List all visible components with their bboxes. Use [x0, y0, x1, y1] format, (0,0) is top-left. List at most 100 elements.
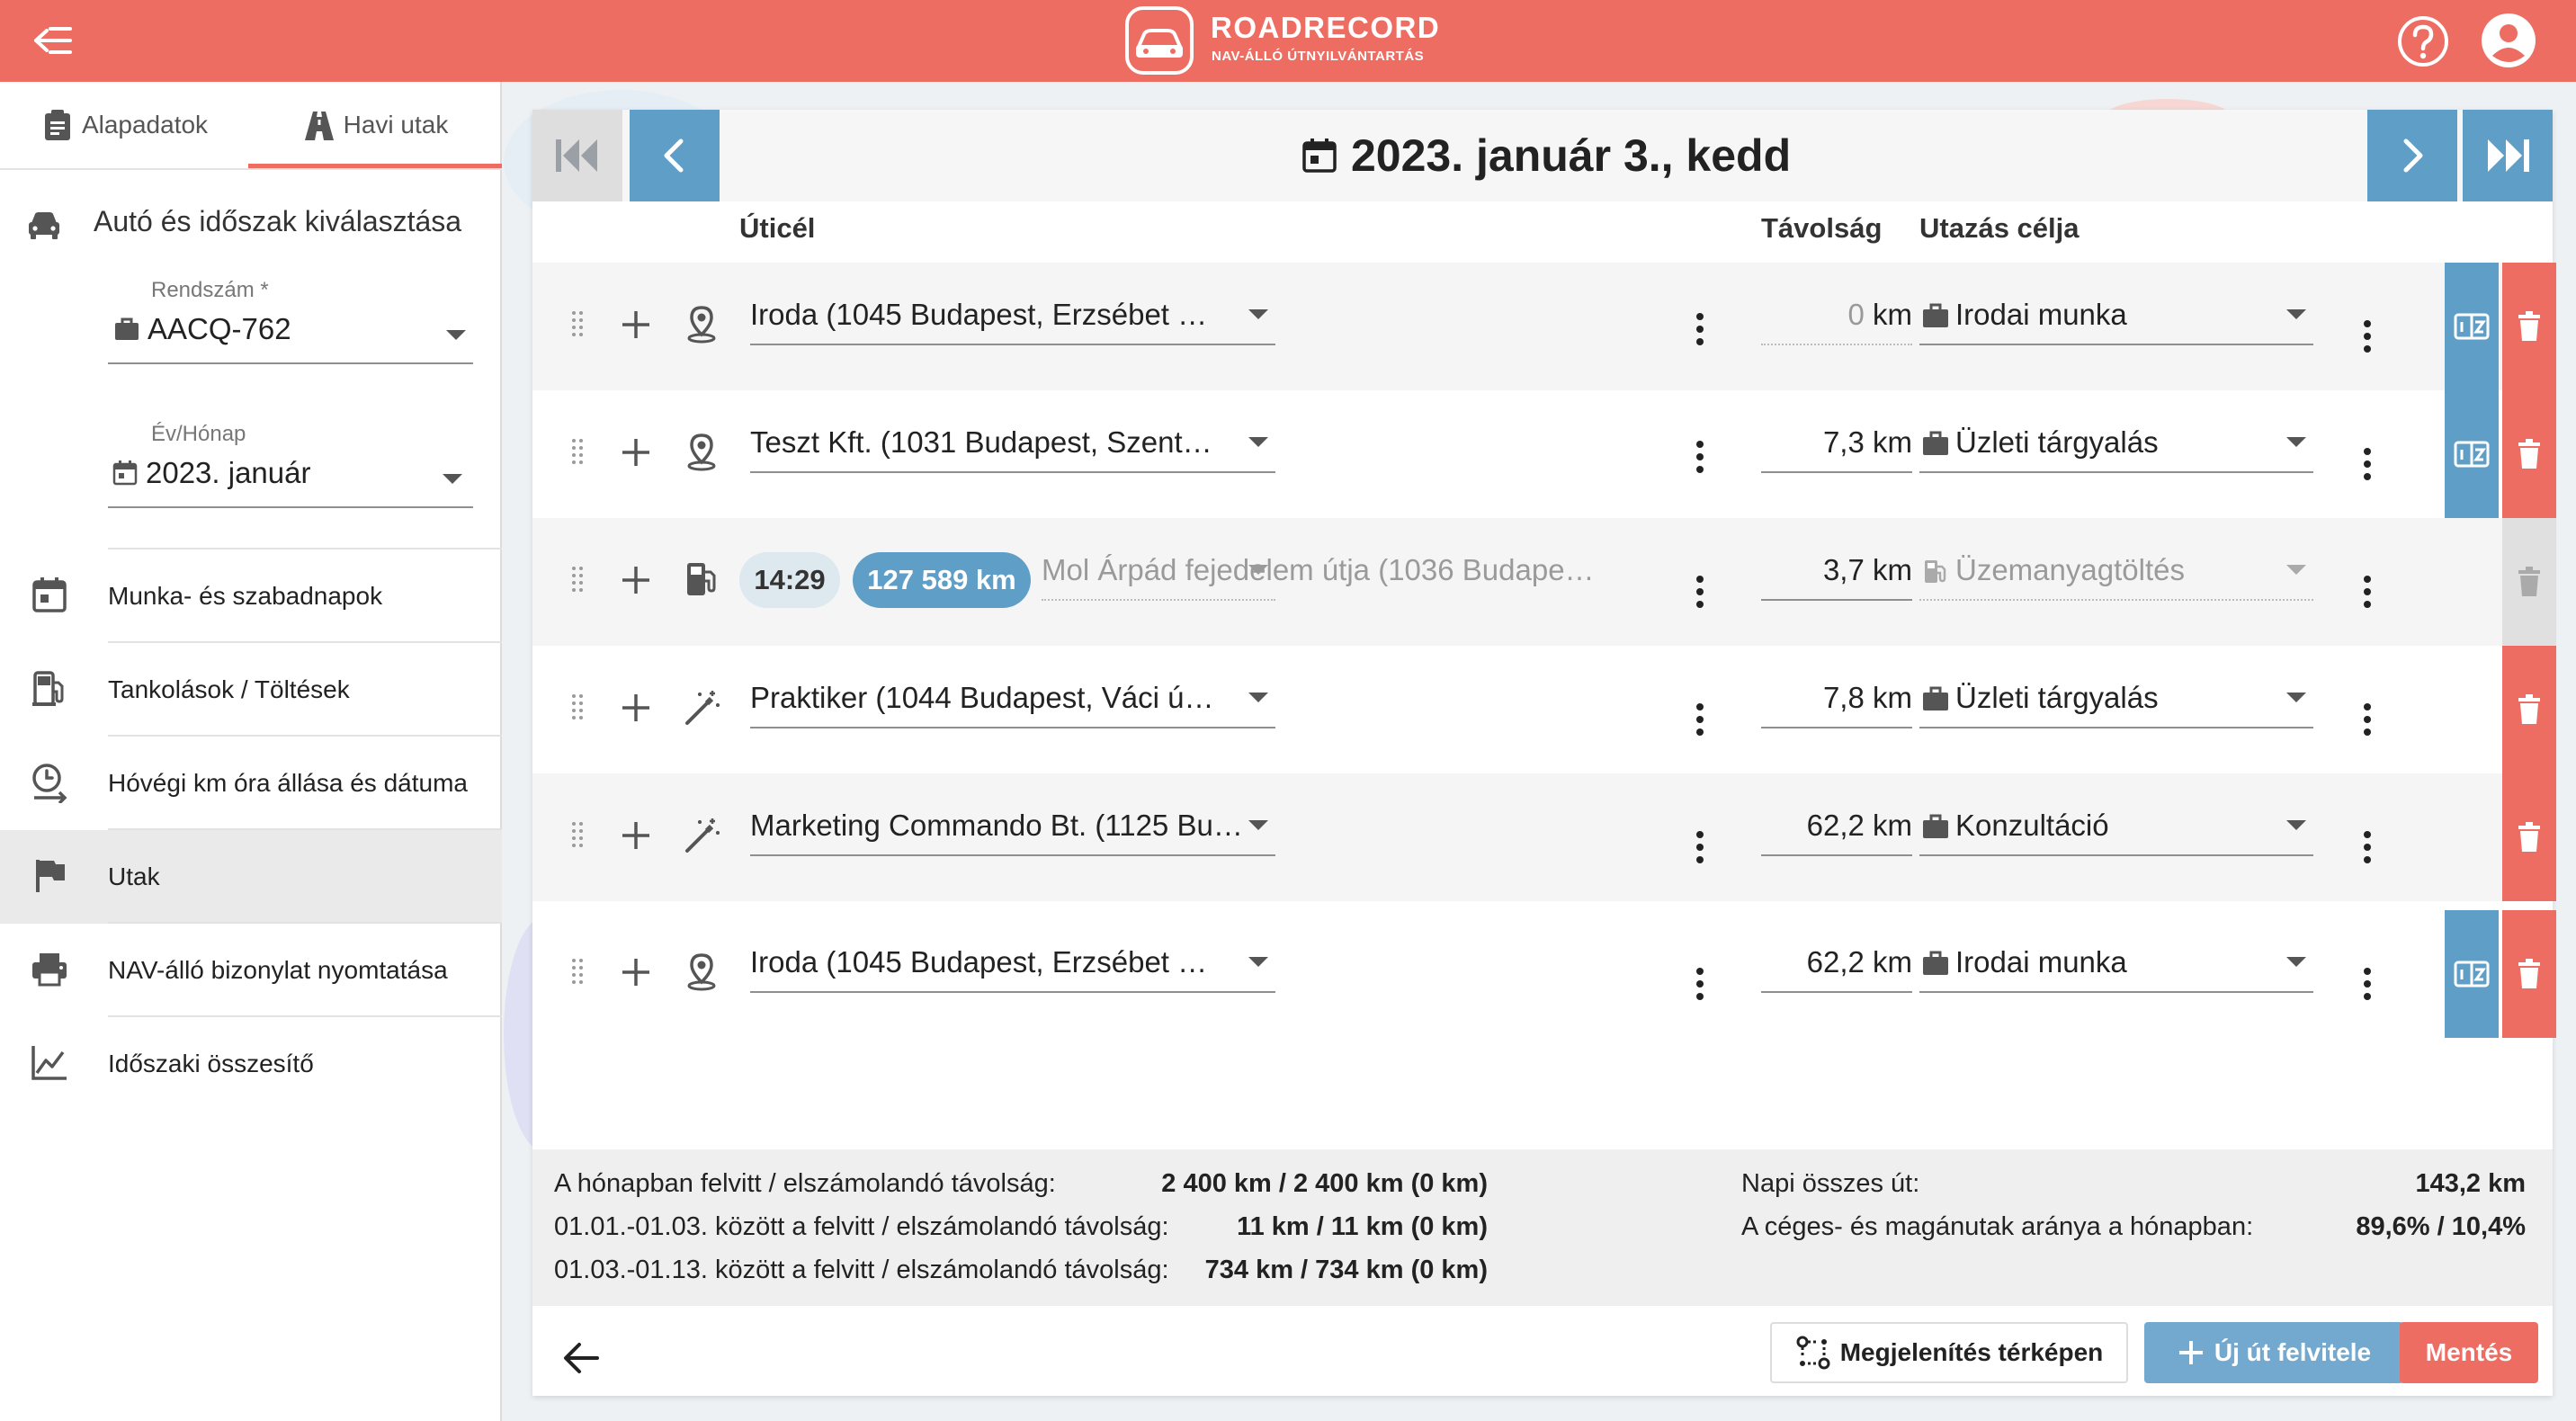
more-options-icon[interactable]: [1695, 439, 1705, 475]
location-pin-icon: [687, 433, 716, 471]
menu-collapse-icon[interactable]: [32, 20, 76, 61]
distance-input[interactable]: 7,8 km: [1761, 673, 1912, 728]
toggle-private-button[interactable]: [2445, 910, 2499, 1038]
add-stop-icon[interactable]: [619, 691, 653, 725]
plate-value: AACQ-762: [148, 312, 291, 345]
skip-last-icon: [2488, 139, 2529, 172]
delete-trip-button[interactable]: [2502, 910, 2556, 1038]
delete-trip-button[interactable]: [2502, 263, 2556, 390]
summary-label: 01.01.-01.03. között a felvitt / elszámo…: [554, 1212, 1169, 1241]
destination-select[interactable]: Iroda (1045 Budapest, Erzsébet utca 7-9): [750, 290, 1275, 345]
purpose-select[interactable]: Üzemanyagtöltés: [1919, 545, 2313, 601]
distance-input[interactable]: 62,2 km: [1761, 800, 1912, 856]
nav-item-print[interactable]: NAV-álló bizonylat nyomtatása: [0, 924, 502, 1017]
drag-handle-icon[interactable]: [568, 435, 586, 468]
nav-item-fuelings[interactable]: Tankolások / Töltések: [0, 643, 502, 737]
more-options-icon[interactable]: [1695, 702, 1705, 737]
briefcase-icon: [1923, 951, 1948, 975]
drag-handle-icon[interactable]: [568, 955, 586, 988]
next-day-button[interactable]: [2367, 110, 2457, 201]
distance-input[interactable]: 62,2 km: [1761, 937, 1912, 993]
more-options-icon[interactable]: [2362, 574, 2373, 610]
more-options-icon[interactable]: [1695, 829, 1705, 865]
drag-handle-icon[interactable]: [568, 691, 586, 723]
first-day-button[interactable]: [532, 110, 622, 201]
summary-label: A céges- és magánutak aránya a hónapban:: [1741, 1212, 2254, 1241]
add-stop-icon[interactable]: [619, 955, 653, 989]
add-stop-icon[interactable]: [619, 308, 653, 342]
drag-handle-icon[interactable]: [568, 563, 586, 595]
chevron-down-icon: [2286, 309, 2306, 319]
destination-select[interactable]: Iroda (1045 Budapest, Erzsébet utca 7-9): [750, 937, 1275, 993]
help-icon[interactable]: [2396, 14, 2450, 68]
last-day-button[interactable]: [2463, 110, 2553, 201]
plus-icon: [2178, 1341, 2203, 1364]
purpose-select[interactable]: Üzleti tárgyalás: [1919, 673, 2313, 728]
tab-alapadatok[interactable]: Alapadatok: [0, 82, 248, 168]
purpose-select[interactable]: Irodai munka: [1919, 290, 2313, 345]
chevron-down-icon: [1248, 957, 1268, 967]
distance-input[interactable]: 0 km: [1761, 290, 1912, 345]
month-select[interactable]: 2023. január: [108, 451, 473, 508]
plate-select[interactable]: AACQ-762: [108, 307, 473, 364]
day-title: 2023. január 3., kedd: [1301, 110, 1791, 201]
add-trip-button[interactable]: Új út felvitele: [2144, 1322, 2403, 1383]
save-button[interactable]: Mentés: [2400, 1322, 2538, 1383]
more-options-icon[interactable]: [1695, 574, 1705, 610]
field-underline: [1761, 344, 1912, 345]
chevron-down-icon: [1248, 309, 1268, 319]
more-options-icon[interactable]: [2362, 318, 2373, 354]
more-options-icon[interactable]: [2362, 966, 2373, 1002]
add-stop-icon[interactable]: [619, 563, 653, 597]
account-icon[interactable]: [2481, 13, 2536, 68]
day-title-text: 2023. január 3., kedd: [1351, 130, 1792, 181]
back-arrow-icon[interactable]: [561, 1340, 601, 1376]
field-underline: [1919, 727, 2313, 728]
month-value: 2023. január: [146, 456, 311, 489]
purpose-select[interactable]: Konzultáció: [1919, 800, 2313, 856]
distance-input[interactable]: 3,7 km: [1761, 545, 1912, 601]
chevron-down-icon: [1248, 693, 1268, 702]
purpose-select[interactable]: Irodai munka: [1919, 937, 2313, 993]
more-options-icon[interactable]: [1695, 966, 1705, 1002]
destination-select[interactable]: Praktiker (1044 Budapest, Váci út 60): [750, 673, 1275, 728]
summary-value: 2 400 km / 2 400 km (0 km): [1161, 1169, 1488, 1198]
drag-handle-icon[interactable]: [568, 308, 586, 340]
distance-value: 62,2 km: [1806, 809, 1912, 842]
destination-select[interactable]: Teszt Kft. (1031 Budapest, Szentendrei ú…: [750, 417, 1275, 473]
delete-trip-button[interactable]: [2502, 773, 2556, 901]
add-stop-icon[interactable]: [619, 435, 653, 469]
nav-item-workdays[interactable]: Munka- és szabadnapok: [0, 550, 502, 643]
nav-item-odometer[interactable]: Hóvégi km óra állása és dátuma: [0, 737, 502, 830]
more-options-icon[interactable]: [2362, 829, 2373, 865]
field-underline: [1761, 854, 1912, 856]
chevron-right-icon: [2403, 139, 2423, 173]
tab-havi-utak[interactable]: Havi utak: [248, 82, 502, 168]
chevron-down-icon: [446, 330, 466, 340]
summary-value: 89,6% / 10,4%: [2356, 1212, 2526, 1241]
section-title: Autó és időszak kiválasztása: [94, 205, 462, 237]
drag-handle-icon[interactable]: [568, 818, 586, 851]
toggle-private-button[interactable]: [2445, 390, 2499, 518]
delete-trip-button[interactable]: [2502, 646, 2556, 773]
odometer-badge: 127 589 km: [853, 552, 1031, 608]
more-options-icon[interactable]: [1695, 311, 1705, 347]
destination-select[interactable]: Mol Árpád fejedelem útja (1036 Budapest,…: [1042, 545, 1599, 601]
show-on-map-button[interactable]: Megjelenítés térképen: [1770, 1322, 2128, 1383]
previous-day-button[interactable]: [630, 110, 720, 201]
location-pin-icon: [687, 953, 716, 991]
more-options-icon[interactable]: [2362, 446, 2373, 482]
distance-input[interactable]: 7,3 km: [1761, 417, 1912, 473]
delete-trip-button[interactable]: [2502, 518, 2556, 646]
add-stop-icon[interactable]: [619, 818, 653, 853]
purpose-select[interactable]: Üzleti tárgyalás: [1919, 417, 2313, 473]
nav-item-trips[interactable]: Utak: [0, 830, 502, 924]
briefcase-icon: [115, 317, 139, 340]
brand-tagline: NAV-ÁLLÓ ÚTNYILVÁNTARTÁS: [1212, 49, 1425, 64]
distance-value: 3,7 km: [1822, 553, 1912, 586]
destination-select[interactable]: Marketing Commando Bt. (1125 Budapest, Ö…: [750, 800, 1275, 856]
more-options-icon[interactable]: [2362, 702, 2373, 737]
toggle-private-button[interactable]: [2445, 263, 2499, 390]
nav-item-summary[interactable]: Időszaki összesítő: [0, 1017, 502, 1111]
delete-trip-button[interactable]: [2502, 390, 2556, 518]
